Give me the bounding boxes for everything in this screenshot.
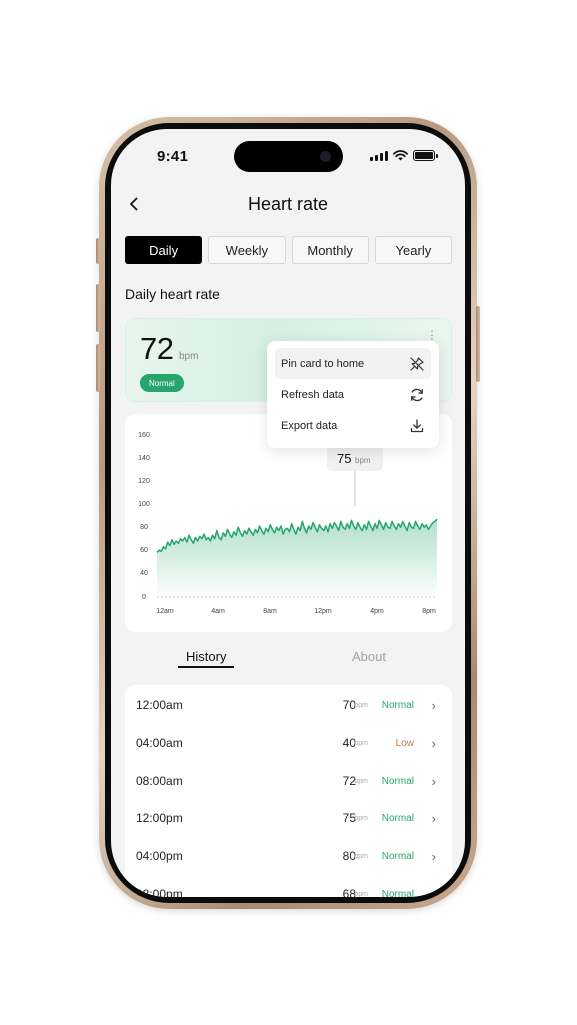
history-time: 12:00pm <box>136 811 183 825</box>
tab-daily[interactable]: Daily <box>125 236 203 264</box>
y-tick-label: 0 <box>142 594 146 601</box>
history-status: Normal <box>381 812 414 824</box>
chevron-right-icon: › <box>431 735 436 751</box>
y-tick-label: 80 <box>140 524 148 531</box>
volume-up-button <box>96 284 100 332</box>
tooltip-unit: bpm <box>355 456 371 465</box>
chevron-right-icon: › <box>431 810 436 826</box>
history-status: Low <box>395 737 414 749</box>
history-status: Normal <box>381 699 414 711</box>
history-row[interactable]: 04:00pm 80 bpm Normal › <box>125 837 452 875</box>
history-unit: bpm <box>354 739 368 747</box>
x-tick-label: 12am <box>156 608 174 615</box>
menu-item-pin[interactable]: Pin card to home <box>275 348 431 379</box>
status-icons <box>370 150 438 161</box>
menu-item-label: Refresh data <box>281 388 344 401</box>
tab-monthly[interactable]: Monthly <box>291 236 369 264</box>
period-tabs: Daily Weekly Monthly Yearly <box>125 236 452 264</box>
history-time: 04:00am <box>136 736 183 750</box>
page-title: Heart rate <box>247 194 329 214</box>
tooltip-value: 75 <box>337 451 351 466</box>
y-tick-label: 40 <box>140 570 148 577</box>
tab-weekly[interactable]: Weekly <box>208 236 286 264</box>
section-title: Daily heart rate <box>125 286 220 302</box>
action-button <box>96 238 100 264</box>
history-row[interactable]: 12:00pm 75 bpm Normal › <box>125 799 452 837</box>
history-row[interactable]: 08:00am 72 bpm Normal › <box>125 762 452 800</box>
history-status: Normal <box>381 775 414 787</box>
history-time: 04:00pm <box>136 849 183 863</box>
tab-history[interactable]: History <box>186 649 226 664</box>
active-tab-indicator <box>178 666 234 668</box>
chevron-right-icon: › <box>431 848 436 864</box>
chevron-right-icon: › <box>431 697 436 713</box>
status-time: 9:41 <box>157 148 189 165</box>
y-tick-label: 100 <box>138 501 150 508</box>
y-tick-label: 120 <box>138 478 150 485</box>
more-options-icon[interactable]: ⋮ <box>426 328 438 342</box>
history-unit: bpm <box>354 852 368 860</box>
options-menu: Pin card to home Refresh data Export dat… <box>267 341 439 448</box>
app-screen: 9:41 Heart rate Daily Weekly Monthly Yea… <box>111 129 465 897</box>
history-row[interactable]: 04:00am 40 bpm Low › <box>125 724 452 762</box>
history-unit: bpm <box>354 814 368 822</box>
history-unit: bpm <box>354 701 368 709</box>
heart-rate-value: 72 <box>140 331 174 366</box>
cellular-signal-icon <box>370 150 388 161</box>
menu-item-export[interactable]: Export data <box>275 410 431 441</box>
history-time: 08:00am <box>136 774 183 788</box>
camera-icon <box>320 151 331 162</box>
x-tick-label: 8pm <box>422 608 436 615</box>
x-tick-label: 12pm <box>314 608 332 615</box>
menu-item-label: Pin card to home <box>281 357 365 370</box>
history-status: Normal <box>381 888 414 898</box>
battery-icon <box>413 150 438 161</box>
heart-rate-unit: bpm <box>179 351 199 362</box>
history-time: 12:00am <box>136 698 183 712</box>
x-tick-label: 4am <box>211 608 225 615</box>
dynamic-island <box>234 141 343 172</box>
history-list: 12:00am 70 bpm Normal › 04:00am 40 bpm L… <box>125 685 452 897</box>
volume-down-button <box>96 344 100 392</box>
y-tick-label: 140 <box>138 455 150 462</box>
y-tick-label: 60 <box>140 547 148 554</box>
download-icon <box>409 418 425 434</box>
tab-about[interactable]: About <box>352 649 386 664</box>
status-badge: Normal <box>140 374 184 392</box>
pin-off-icon <box>409 356 425 372</box>
menu-item-label: Export data <box>281 419 338 432</box>
power-button <box>476 306 480 382</box>
chevron-right-icon: › <box>431 773 436 789</box>
history-unit: bpm <box>354 890 368 898</box>
history-status: Normal <box>381 850 414 862</box>
y-tick-label: 160 <box>138 432 150 439</box>
x-tick-label: 4pm <box>370 608 384 615</box>
menu-item-refresh[interactable]: Refresh data <box>275 379 431 410</box>
history-row[interactable]: 08:00pm 68 bpm Normal › <box>125 875 452 898</box>
chevron-right-icon: › <box>431 886 436 898</box>
refresh-icon <box>409 387 425 403</box>
history-time: 08:00pm <box>136 887 183 897</box>
tab-yearly[interactable]: Yearly <box>374 236 452 264</box>
history-row[interactable]: 12:00am 70 bpm Normal › <box>125 686 452 724</box>
wifi-icon <box>393 150 408 161</box>
x-tick-label: 8am <box>263 608 277 615</box>
history-unit: bpm <box>354 777 368 785</box>
